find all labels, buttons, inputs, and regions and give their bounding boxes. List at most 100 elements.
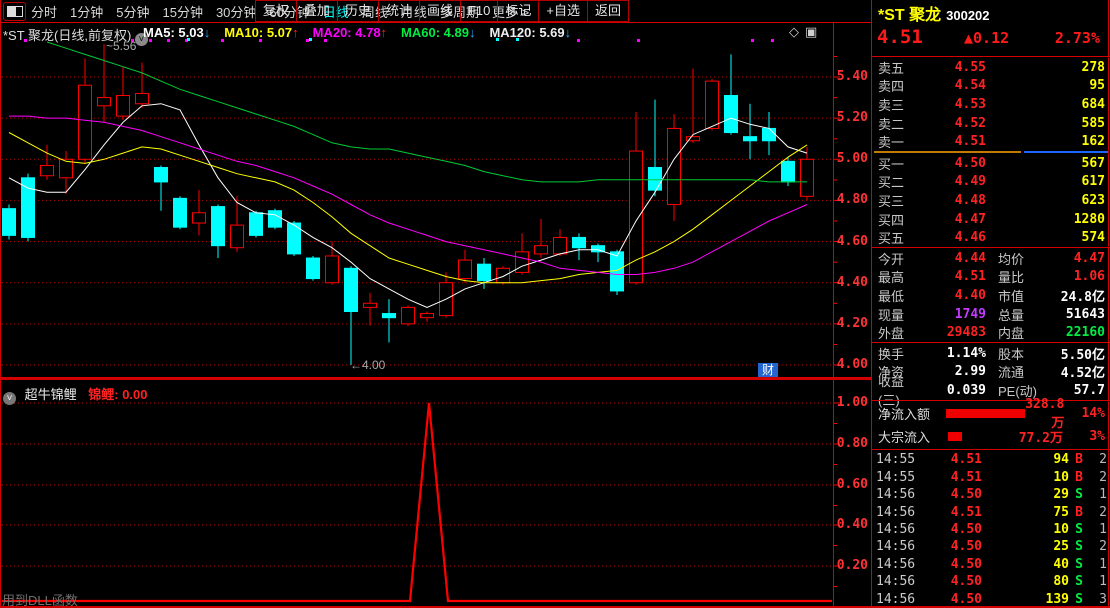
price-change: ▲0.12 <box>964 29 1009 47</box>
menu-button-画线[interactable]: 画线 <box>419 0 461 22</box>
stat-label: 内盘 <box>986 323 1050 342</box>
stats-section-2: 换手1.14%股本5.50亿净资2.99流通4.52亿收益(三)0.039PE(… <box>872 344 1110 400</box>
ob-volume: 684 <box>986 97 1110 112</box>
menu-button-标记[interactable]: 标记 <box>497 0 539 22</box>
menu-button-复权[interactable]: 复权 <box>255 0 297 22</box>
flow-pct: 14% <box>1064 406 1110 421</box>
tick-price: 4.50 <box>926 487 982 502</box>
stat-value: 0.039 <box>924 383 986 398</box>
flow-row-0: 净流入额328.8万14% <box>872 402 1110 425</box>
menu-button-+自选[interactable]: +自选 <box>538 0 588 22</box>
stat-value: 4.40 <box>924 288 986 303</box>
tick-row-4[interactable]: 14:564.5010S1 <box>872 521 1110 538</box>
flow-label: 大宗流入 <box>872 427 948 446</box>
stat-value: 4.51 <box>924 269 986 284</box>
tick-time: 14:56 <box>872 574 926 589</box>
menu-button-叠加[interactable]: 叠加 <box>296 0 338 22</box>
ob-price: 4.55 <box>926 60 986 75</box>
tab-5分钟[interactable]: 5分钟 <box>116 2 149 21</box>
stats-row-4: 外盘29483内盘22160 <box>872 323 1110 342</box>
price-axis-label: 4.40 <box>836 275 868 290</box>
tick-row-6[interactable]: 14:564.5040S1 <box>872 556 1110 573</box>
ma-name: MA120: 5.69 <box>489 25 564 40</box>
tab-15分钟[interactable]: 15分钟 <box>162 2 202 21</box>
buy-row-3[interactable]: 买四4.471280 <box>872 210 1110 229</box>
sub-axis-label: 0.20 <box>836 558 868 573</box>
window-right-border <box>1108 0 1109 608</box>
panel-separator-line <box>871 0 872 608</box>
stats-row-0: 换手1.14%股本5.50亿 <box>872 344 1110 363</box>
layout-split-icon[interactable] <box>3 2 26 21</box>
ob-volume: 623 <box>986 193 1110 208</box>
ob-volume: 617 <box>986 174 1110 189</box>
stat-value: 4.44 <box>924 251 986 266</box>
top-menu-bar: 分时1分钟5分钟15分钟30分钟60分钟日线周线月线多周期更多 > 复权叠加历史… <box>0 0 871 23</box>
tick-row-3[interactable]: 14:564.5175B2 <box>872 503 1110 520</box>
tick-row-2[interactable]: 14:564.5029S1 <box>872 486 1110 503</box>
high-annotation: ~5.56 <box>106 39 136 53</box>
tab-1分钟[interactable]: 1分钟 <box>70 2 103 21</box>
buy-row-0[interactable]: 买一4.50567 <box>872 154 1110 173</box>
split-view-icon[interactable]: ▣ <box>805 24 823 39</box>
price-axis-label: 5.40 <box>836 69 868 84</box>
ob-price: 4.52 <box>926 116 986 131</box>
menu-button-F10[interactable]: F10 <box>460 0 498 22</box>
tick-side: B <box>1069 505 1089 520</box>
tick-side: B <box>1069 470 1089 485</box>
cai-news-badge[interactable]: 财 <box>758 363 778 378</box>
ob-volume: 585 <box>986 116 1110 131</box>
ma-label-MA20: MA20: 4.78↑ <box>313 25 387 40</box>
tick-trade-list: 14:554.5194B214:554.5110B214:564.5029S11… <box>872 451 1110 608</box>
stat-label: 最低 <box>872 286 924 305</box>
ob-label: 买三 <box>872 191 926 210</box>
window-left-border <box>0 0 1 608</box>
ma-label-MA10: MA10: 5.07↑ <box>224 25 298 40</box>
tick-price: 4.50 <box>926 557 982 572</box>
stat-value: 1.14% <box>924 346 986 361</box>
tick-volume: 10 <box>982 522 1069 537</box>
tick-row-5[interactable]: 14:564.5025S2 <box>872 538 1110 555</box>
tick-volume: 40 <box>982 557 1069 572</box>
tick-side: S <box>1069 487 1089 502</box>
ma-arrow-icon: ↑ <box>292 25 299 40</box>
tab-30分钟[interactable]: 30分钟 <box>216 2 256 21</box>
menu-button-返回[interactable]: 返回 <box>587 0 629 22</box>
ob-label: 卖二 <box>872 114 926 133</box>
tab-分时[interactable]: 分时 <box>31 2 57 21</box>
ratio-bar-sell-side <box>1024 151 1108 153</box>
tick-count: 3 <box>1089 592 1110 607</box>
sell-row-4[interactable]: 卖一4.51162 <box>872 132 1110 151</box>
tick-price: 4.50 <box>926 592 982 607</box>
tick-count: 2 <box>1089 470 1110 485</box>
tick-row-1[interactable]: 14:554.5110B2 <box>872 468 1110 485</box>
sub-axis-label: 0.80 <box>836 436 868 451</box>
buy-row-2[interactable]: 买三4.48623 <box>872 191 1110 210</box>
stat-value: 1.06 <box>1050 269 1110 284</box>
tick-time: 14:56 <box>872 557 926 572</box>
tick-row-7[interactable]: 14:564.5080S1 <box>872 573 1110 590</box>
tick-volume: 10 <box>982 470 1069 485</box>
tick-side: S <box>1069 557 1089 572</box>
tick-row-0[interactable]: 14:554.5194B2 <box>872 451 1110 468</box>
ob-label: 卖一 <box>872 132 926 151</box>
ob-label: 买一 <box>872 154 926 173</box>
menu-button-统计[interactable]: 统计 <box>378 0 420 22</box>
sell-row-1[interactable]: 卖四4.5495 <box>872 77 1110 96</box>
price-axis-label: 5.20 <box>836 110 868 125</box>
buy-row-1[interactable]: 买二4.49617 <box>872 173 1110 192</box>
tick-time: 14:56 <box>872 539 926 554</box>
sell-row-0[interactable]: 卖五4.55278 <box>872 58 1110 77</box>
menu-button-历史[interactable]: 历史 <box>337 0 379 22</box>
diamond-tool-icon[interactable]: ◇ <box>789 24 805 39</box>
price-change-pct: 2.73% <box>1055 29 1100 47</box>
sell-row-2[interactable]: 卖三4.53684 <box>872 95 1110 114</box>
stat-value: 24.8亿 <box>1050 286 1110 305</box>
sell-row-3[interactable]: 卖二4.52585 <box>872 114 1110 133</box>
sub-collapse-chevron-icon[interactable]: ˅ <box>3 392 16 405</box>
stock-code: 300202 <box>946 8 989 23</box>
quote-panel: *ST 聚龙300202 4.51 ▲0.12 2.73% 卖五4.55278卖… <box>872 0 1110 608</box>
stat-label: 流通 <box>986 362 1050 381</box>
chart-subchart-separator <box>0 377 871 380</box>
tick-price: 4.50 <box>926 574 982 589</box>
buy-row-4[interactable]: 买五4.46574 <box>872 228 1110 247</box>
